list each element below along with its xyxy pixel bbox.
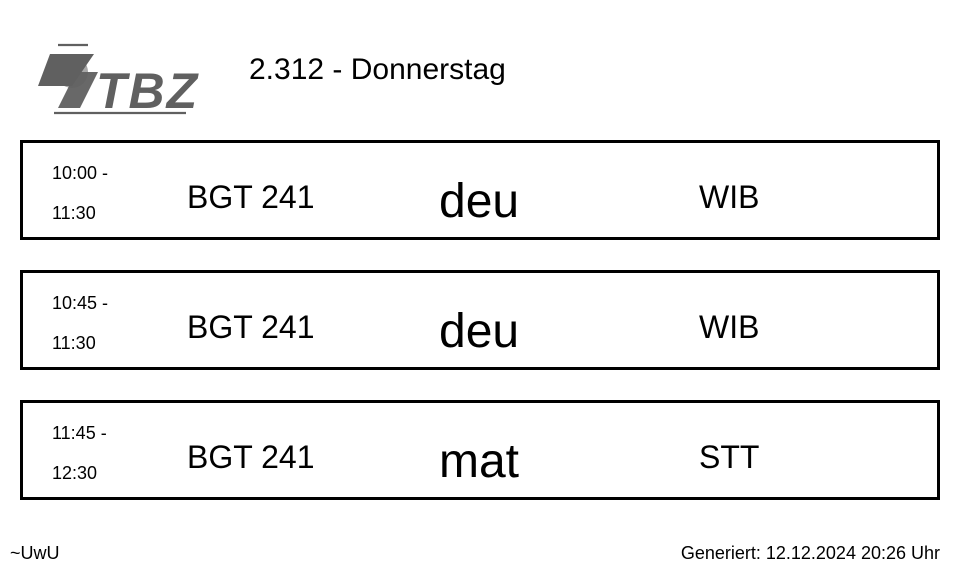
lesson-end-time: 11:30	[52, 333, 96, 353]
generated-timestamp: Generiert: 12.12.2024 20:26 Uhr	[680, 543, 940, 563]
footer-signature: ~UwU	[10, 543, 60, 563]
lesson-row: 11:45 - 12:30 BGT 241 mat STT	[20, 400, 940, 500]
lesson-class: BGT 241	[187, 439, 315, 475]
lesson-subject: deu	[439, 305, 520, 358]
lesson-end-time: 11:30	[52, 203, 96, 223]
lesson-subject: mat	[439, 435, 520, 488]
lesson-subject: deu	[439, 175, 520, 228]
lesson-row: 10:45 - 11:30 BGT 241 deu WIB	[20, 270, 940, 370]
lesson-teacher: WIB	[699, 309, 760, 345]
lesson-teacher: STT	[699, 439, 760, 475]
lesson-teacher: WIB	[699, 179, 760, 215]
tbz-logo-icon: TBZ	[38, 43, 200, 118]
logo-text: TBZ	[96, 63, 200, 118]
lesson-row: 10:00 - 11:30 BGT 241 deu WIB	[20, 140, 940, 240]
page-title: 2.312 - Donnerstag	[249, 53, 506, 86]
lesson-start-time: 10:00 -	[52, 163, 109, 183]
lesson-start-time: 11:45 -	[52, 423, 107, 443]
lesson-class: BGT 241	[187, 309, 315, 345]
lesson-class: BGT 241	[187, 179, 315, 215]
lesson-end-time: 12:30	[52, 463, 98, 483]
lesson-start-time: 10:45 -	[52, 293, 109, 313]
